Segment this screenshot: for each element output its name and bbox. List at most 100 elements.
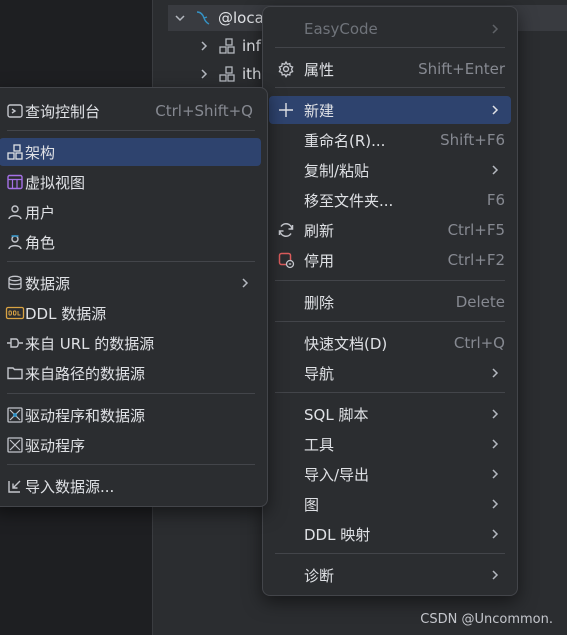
chevron-right-icon (239, 277, 251, 289)
menu-item-label: 重命名(R)... (304, 131, 386, 150)
chevron-right-icon (489, 569, 501, 581)
submenu-item-driver[interactable]: 驱动程序 (0, 431, 261, 459)
menu-item-label: DDL 映射 (304, 525, 371, 544)
console-icon (5, 101, 25, 121)
menu-separator (275, 47, 505, 48)
chevron-right-icon[interactable] (196, 66, 212, 82)
menu-item-rename[interactable]: 重命名(R)... Shift+F6 (269, 126, 511, 154)
menu-separator (275, 87, 505, 88)
chevron-right-icon (489, 104, 501, 116)
chevron-right-icon (489, 528, 501, 540)
submenu-item-schema[interactable]: 架构 (0, 138, 261, 166)
menu-item-shortcut: Shift+Enter (418, 60, 505, 78)
menu-item-label: 来自 URL 的数据源 (25, 334, 155, 353)
chevron-down-icon[interactable] (172, 10, 188, 26)
menu-separator (275, 280, 505, 281)
menu-item-easycode[interactable]: EasyCode (269, 15, 511, 43)
chevron-right-icon (489, 468, 501, 480)
menu-separator (275, 553, 505, 554)
tree-node-root-label: @loca (218, 9, 264, 27)
menu-item-label: 刷新 (304, 221, 335, 240)
menu-item-label: 角色 (25, 233, 56, 252)
context-menu: EasyCode 属性 Shift+Enter 新建 重命名(R)... Shi… (262, 6, 518, 596)
driver-icon (5, 435, 25, 455)
menu-item-shortcut: Ctrl+Shift+Q (155, 102, 253, 120)
menu-item-label: 复制/粘贴 (304, 161, 370, 180)
driver-datasource-icon (5, 405, 25, 425)
menu-item-disable[interactable]: 停用 Ctrl+F2 (269, 246, 511, 274)
tree-node[interactable]: ith (196, 61, 262, 87)
menu-item-sql-scripts[interactable]: SQL 脚本 (269, 400, 511, 428)
menu-item-new[interactable]: 新建 (269, 96, 511, 124)
menu-item-label: 新建 (304, 101, 335, 120)
chevron-right-icon (489, 438, 501, 450)
chevron-right-icon[interactable] (196, 38, 212, 54)
chevron-right-icon (489, 408, 501, 420)
submenu-item-data-source[interactable]: 数据源 (0, 269, 261, 297)
menu-item-tools[interactable]: 工具 (269, 430, 511, 458)
menu-item-ddl-mapping[interactable]: DDL 映射 (269, 520, 511, 548)
ddl-icon (5, 303, 25, 323)
submenu-item-role[interactable]: 角色 (0, 228, 261, 256)
menu-item-copy-paste[interactable]: 复制/粘贴 (269, 156, 511, 184)
tree-node-label: ith (242, 65, 262, 83)
menu-item-label: 图 (304, 495, 320, 514)
gear-icon (276, 59, 296, 79)
menu-item-label: 停用 (304, 251, 335, 270)
submenu-item-user[interactable]: 用户 (0, 198, 261, 226)
menu-item-diagnostics[interactable]: 诊断 (269, 561, 511, 589)
menu-item-navigate[interactable]: 导航 (269, 359, 511, 387)
datasource-icon (5, 273, 25, 293)
user-icon (5, 202, 25, 222)
chevron-right-icon (489, 367, 501, 379)
refresh-icon (276, 220, 296, 240)
menu-item-label: 虚拟视图 (25, 173, 86, 192)
tree-node-label: inf (242, 37, 261, 55)
menu-item-label: 工具 (304, 435, 335, 454)
virtual-view-icon (5, 172, 25, 192)
menu-item-diagrams[interactable]: 图 (269, 490, 511, 518)
submenu-item-data-source-from-url[interactable]: 来自 URL 的数据源 (0, 329, 261, 357)
submenu-item-driver-and-data-source[interactable]: 驱动程序和数据源 (0, 401, 261, 429)
menu-item-shortcut: F6 (486, 191, 505, 209)
submenu-item-data-source-from-path[interactable]: 来自路径的数据源 (0, 359, 261, 387)
chevron-right-icon (489, 498, 501, 510)
schema-icon (218, 37, 236, 55)
submenu-item-virtual-view[interactable]: 虚拟视图 (0, 168, 261, 196)
menu-separator (7, 130, 255, 131)
menu-item-label: 架构 (25, 143, 56, 162)
submenu-item-import-data-sources[interactable]: 导入数据源... (0, 472, 261, 500)
submenu-item-ddl-data-source[interactable]: DDL 数据源 (0, 299, 261, 327)
menu-item-quick-doc[interactable]: 快速文档(D) Ctrl+Q (269, 329, 511, 357)
menu-separator (275, 392, 505, 393)
menu-item-shortcut: Delete (455, 293, 505, 311)
menu-item-label: 驱动程序和数据源 (25, 406, 146, 425)
menu-item-label: 导入数据源... (25, 477, 115, 496)
new-submenu: 查询控制台 Ctrl+Shift+Q 架构 虚拟视图 用户 角色 数据源 DDL… (0, 87, 268, 507)
menu-item-label: SQL 脚本 (304, 405, 369, 424)
menu-item-label: 导航 (304, 364, 335, 383)
menu-item-label: 移至文件夹... (304, 191, 394, 210)
menu-separator (7, 261, 255, 262)
menu-item-label: 导入/导出 (304, 465, 370, 484)
menu-item-move-to-folder[interactable]: 移至文件夹... F6 (269, 186, 511, 214)
menu-item-label: 删除 (304, 293, 335, 312)
disconnect-icon (276, 250, 296, 270)
menu-item-delete[interactable]: 删除 Delete (269, 288, 511, 316)
menu-item-label: 快速文档(D) (304, 334, 388, 353)
chevron-right-icon (489, 164, 501, 176)
tree-node[interactable]: inf (196, 33, 261, 59)
menu-item-shortcut: Ctrl+Q (453, 334, 505, 352)
menu-item-refresh[interactable]: 刷新 Ctrl+F5 (269, 216, 511, 244)
submenu-item-query-console[interactable]: 查询控制台 Ctrl+Shift+Q (0, 97, 261, 125)
menu-item-import-export[interactable]: 导入/导出 (269, 460, 511, 488)
menu-item-label: 用户 (25, 203, 56, 222)
menu-item-label: 驱动程序 (25, 436, 86, 455)
schema-icon (5, 142, 25, 162)
url-plug-icon (5, 333, 25, 353)
schema-icon (218, 65, 236, 83)
menu-item-properties[interactable]: 属性 Shift+Enter (269, 55, 511, 83)
menu-item-label: DDL 数据源 (25, 304, 107, 323)
chevron-right-icon (489, 23, 501, 35)
menu-item-label: 数据源 (25, 274, 71, 293)
